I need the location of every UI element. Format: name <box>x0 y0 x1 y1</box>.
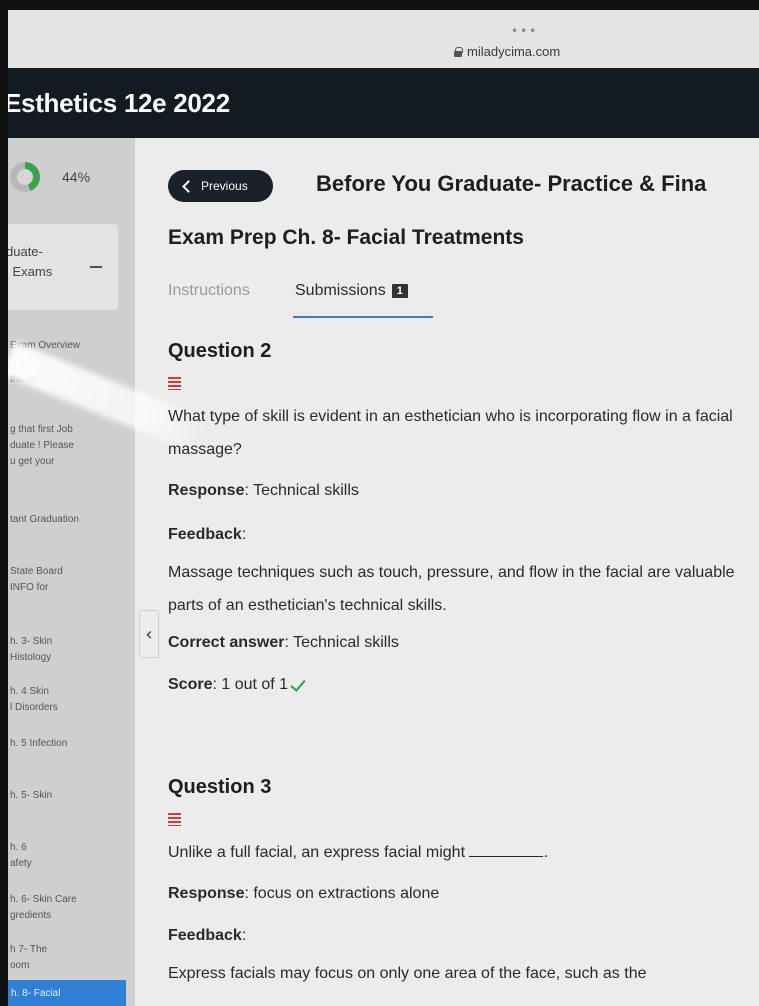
question-text-start: Unlike a full facial, an express facial … <box>168 844 470 861</box>
score-row: Score: 1 out of 1 <box>168 674 758 696</box>
course-progress: 44% <box>10 162 90 192</box>
previous-button[interactable]: Previous <box>168 170 273 202</box>
answer-blank <box>469 843 544 857</box>
progress-percent: 44% <box>62 169 91 185</box>
correct-answer-label: Correct answer <box>168 634 285 651</box>
sidebar-item[interactable]: h. 6 <box>10 840 128 856</box>
list-icon <box>168 813 181 826</box>
question-title: Question 2 <box>168 340 272 362</box>
course-header: Esthetics 12e 2022 <box>8 68 759 138</box>
sidebar-item[interactable]: gredients <box>10 908 128 924</box>
response-row: Response: Technical skills <box>168 480 758 502</box>
chevron-left-icon: ‹ <box>145 623 153 645</box>
sidebar-item[interactable]: h. 4 Skin <box>10 684 128 700</box>
score-value: : 1 out of 1 <box>212 676 289 693</box>
response-label: Response <box>168 482 245 499</box>
sidebar-item[interactable]: State Board <box>10 564 128 580</box>
question-text: Unlike a full facial, an express facial … <box>168 836 758 869</box>
response-value: : focus on extractions alone <box>244 885 440 902</box>
check-icon <box>290 675 306 692</box>
count-badge: 1 <box>391 284 408 298</box>
sidebar-item[interactable]: tant Graduation <box>10 512 128 528</box>
list-icon <box>168 377 181 390</box>
tablet-screen: ••• miladycima.com Esthetics 12e 2022 44… <box>8 10 759 1006</box>
feedback-label: Feedback <box>168 526 242 543</box>
feedback-heading: Feedback: <box>168 925 758 947</box>
lock-icon <box>454 46 463 57</box>
progress-ring-icon <box>10 162 40 192</box>
module-card[interactable]: duate- l Exams <box>8 224 118 310</box>
active-tab-indicator <box>293 316 433 318</box>
tab-submissions-label: Submissions <box>295 282 386 299</box>
sidebar-item[interactable]: l Disorders <box>10 700 128 716</box>
course-title: Esthetics 12e 2022 <box>8 88 230 118</box>
sidebar-item[interactable]: h 7- The <box>10 942 128 958</box>
response-value: : Technical skills <box>244 482 359 499</box>
sidebar-toggle-button[interactable]: ‹ <box>139 610 159 658</box>
page-title: Before You Graduate- Practice & Fina <box>316 171 707 196</box>
sidebar-item-exam-overview[interactable]: Exam Overview <box>10 338 128 354</box>
correct-answer-row: Correct answer: Technical skills <box>168 632 758 654</box>
question-text: What type of skill is evident in an esth… <box>168 408 733 458</box>
feedback-colon: : <box>241 927 247 944</box>
sidebar-item[interactable]: afety <box>10 856 128 872</box>
url-text: miladycima.com <box>467 44 561 59</box>
more-dots-icon[interactable]: ••• <box>511 24 538 38</box>
sidebar-item[interactable]: h. 5- Skin <box>10 788 128 804</box>
question-block: Question 2 What type of skill is evident… <box>168 340 758 696</box>
sidebar-item[interactable]: oom <box>10 958 128 974</box>
sidebar-item[interactable]: the Jo <box>10 372 128 388</box>
sidebar-item[interactable]: g that first Job <box>10 422 128 438</box>
previous-label: Previous <box>201 179 248 193</box>
chevron-left-icon <box>182 180 195 193</box>
tab-submissions[interactable]: Submissions 1 <box>295 282 408 300</box>
feedback-text: Massage techniques such as touch, pressu… <box>168 564 735 614</box>
sidebar-item[interactable]: h. 5 Infection <box>10 736 128 752</box>
sidebar-item[interactable]: Histology <box>10 650 128 666</box>
module-title-line1: duate- <box>8 244 43 259</box>
collapse-icon[interactable] <box>90 266 102 268</box>
tab-bar: Instructions Submissions 1 <box>168 278 759 322</box>
feedback-colon: : <box>241 526 247 543</box>
question-title: Question 3 <box>168 776 272 798</box>
response-row: Response: focus on extractions alone <box>168 883 758 905</box>
score-label: Score <box>168 676 213 693</box>
module-title-line2: l Exams <box>8 264 53 279</box>
response-label: Response <box>168 885 245 902</box>
sidebar-item[interactable]: duate ! Please <box>10 438 128 454</box>
feedback-text: Express facials may focus on only one ar… <box>168 965 647 982</box>
feedback-heading: Feedback: <box>168 524 758 546</box>
question-text-end: . <box>543 844 548 861</box>
question-block: Question 3 Unlike a full facial, an expr… <box>168 776 758 990</box>
correct-answer-value: : Technical skills <box>284 634 399 651</box>
sidebar-item[interactable]: INFO for <box>10 580 128 596</box>
sidebar-item[interactable]: u get your <box>10 454 128 470</box>
sidebar: 44% duate- l Exams Exam Overview the Jo … <box>8 138 135 1006</box>
exam-title: Exam Prep Ch. 8- Facial Treatments <box>168 226 524 249</box>
sidebar-item[interactable]: h. 6- Skin Care <box>10 892 128 908</box>
address-bar[interactable]: miladycima.com <box>454 44 560 59</box>
sidebar-item-active[interactable]: h. 8- Facial <box>8 980 126 1006</box>
tab-instructions[interactable]: Instructions <box>168 282 250 300</box>
feedback-label: Feedback <box>168 927 242 944</box>
sidebar-item[interactable]: h. 3- Skin <box>10 634 128 650</box>
browser-bar: ••• miladycima.com <box>8 10 759 68</box>
